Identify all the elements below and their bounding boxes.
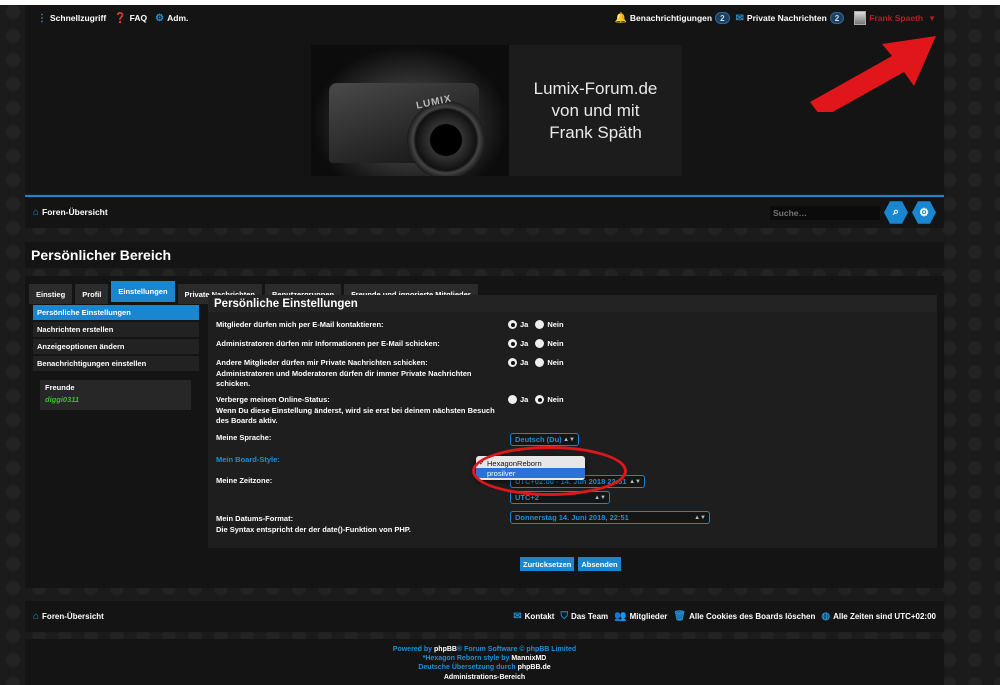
online-status-label: Verberge meinen Online-Status: Wenn Du d…	[216, 395, 495, 425]
footer-nav: ⌂ Foren-Übersicht ✉ Kontakt ⛉ Das Team 👥 Mit…	[25, 601, 944, 632]
sidebar-item-personal-settings[interactable]: Persönliche Einstellungen	[33, 305, 199, 320]
phpbb-link[interactable]: phpBB	[434, 646, 457, 653]
select-arrows-icon: ▲▼	[629, 478, 641, 485]
camera-lens-shape	[407, 101, 485, 176]
pm-options: Ja Nein	[508, 358, 564, 367]
select-arrows-icon: ▲▼	[594, 494, 606, 501]
tab-profil[interactable]: Profil	[75, 284, 109, 304]
online-status-options: Ja Nein	[508, 395, 564, 404]
admin-email-no-radio[interactable]	[535, 339, 545, 348]
ucp-panel: Einstieg Profil Einstellungen Private Na…	[25, 276, 944, 588]
advanced-search-button[interactable]: ⚙	[912, 201, 936, 224]
home-icon: ⌂	[33, 611, 40, 622]
menu-dots-icon: ⋮	[37, 12, 47, 24]
admin-email-options: Ja Nein	[508, 339, 564, 348]
date-format-select[interactable]: Donnerstag 14. Juni 2018, 22:51 ▲▼	[510, 511, 710, 524]
email-contact-no-radio[interactable]	[535, 320, 545, 329]
friends-heading: Freunde	[45, 383, 75, 392]
tab-einstellungen[interactable]: Einstellungen	[111, 281, 175, 302]
email-contact-options: Ja Nein	[508, 320, 564, 329]
tab-einstieg[interactable]: Einstieg	[29, 284, 73, 304]
search-button[interactable]: ⌕	[884, 201, 908, 224]
quicklinks-link[interactable]: ⋮ Schnellzugriff	[37, 13, 106, 24]
settings-title: Persönliche Einstellungen	[208, 295, 937, 312]
gears-icon: ⚙	[155, 12, 165, 24]
date-format-label: Mein Datums-Format: Die Syntax entsprich…	[216, 514, 411, 534]
select-arrows-icon: ▲▼	[563, 436, 575, 443]
online-status-yes-radio[interactable]	[508, 395, 517, 404]
members-link[interactable]: 👥 Mitglieder	[614, 611, 667, 622]
search-area: ⌕ ⚙	[770, 201, 936, 225]
camera-image: LUMIX	[311, 45, 509, 176]
sidebar-item-posting[interactable]: Nachrichten erstellen	[33, 322, 199, 337]
question-icon: ❓	[114, 12, 127, 24]
settings-form: Mitglieder dürfen mich per E-Mail kontak…	[208, 312, 937, 548]
red-annotation-arrow	[810, 36, 936, 112]
translation-link[interactable]: phpBB.de	[518, 664, 551, 671]
search-input[interactable]	[770, 205, 880, 220]
notifications-link[interactable]: 🔔 Benachrichtigungen 2	[614, 12, 730, 24]
ucp-sidebar: Persönliche Einstellungen Nachrichten er…	[33, 305, 199, 410]
gear-icon: ⚙	[919, 207, 929, 219]
contact-link[interactable]: ✉ Kontakt	[513, 611, 554, 622]
friends-box: Freunde diggi0311	[40, 380, 191, 410]
language-select[interactable]: Deutsch (Du) ▲▼	[510, 433, 579, 446]
page-title: Persönlicher Bereich	[25, 242, 944, 268]
shield-icon: ⛉	[560, 611, 568, 622]
home-icon: ⌂	[33, 207, 40, 218]
forum-index-link[interactable]: ⌂ Foren-Übersicht	[33, 207, 108, 218]
sidebar-item-notifications[interactable]: Benachrichtigungen einstellen	[33, 356, 199, 371]
form-buttons: Zurücksetzen Absenden	[520, 557, 621, 571]
trash-icon: 🗑	[673, 611, 687, 622]
admin-panel-link[interactable]: Administrations-Bereich	[25, 673, 944, 682]
sidebar-item-display[interactable]: Anzeigeoptionen ändern	[33, 339, 199, 354]
envelope-icon: ✉	[513, 611, 522, 622]
notifications-badge: 2	[715, 12, 730, 24]
faq-link[interactable]: ❓ FAQ	[114, 13, 147, 24]
search-icon: ⌕	[892, 206, 900, 218]
timezone-label: Meine Zeitzone:	[216, 476, 273, 485]
globe-icon: ◍	[821, 611, 831, 622]
pm-yes-radio[interactable]	[508, 358, 517, 367]
delete-cookies-link[interactable]: 🗑 Alle Cookies des Boards löschen	[673, 611, 815, 622]
style-author-link[interactable]: MannixMD	[511, 655, 546, 662]
timezone-info: ◍ Alle Zeiten sind UTC+02:00	[821, 611, 936, 622]
language-label: Meine Sprache:	[216, 433, 272, 442]
submit-button[interactable]: Absenden	[578, 557, 621, 571]
bell-icon: 🔔	[614, 13, 627, 24]
admin-link[interactable]: ⚙ Adm.	[155, 13, 188, 24]
settings-content: Persönliche Einstellungen Mitglieder dür…	[208, 295, 937, 548]
board-style-label: Mein Board-Style:	[216, 455, 280, 464]
admin-email-yes-radio[interactable]	[508, 339, 517, 348]
reset-button[interactable]: Zurücksetzen	[520, 557, 575, 571]
navbar: ⌂Foren-Übersicht ⌕ ⚙	[25, 195, 944, 228]
pm-setting-label: Andere Mitglieder dürfen mir Private Nac…	[216, 358, 472, 388]
footer-forum-index-link[interactable]: ⌂ Foren-Übersicht	[33, 611, 104, 622]
style-option-prosilver[interactable]: prosilver	[476, 468, 585, 478]
copyright-area: Powered by phpBB® Forum Software © phpBB…	[25, 639, 944, 685]
select-arrows-icon: ▲▼	[694, 514, 706, 521]
online-status-no-radio[interactable]	[535, 395, 545, 404]
email-contact-label: Mitglieder dürfen mich per E-Mail kontak…	[216, 320, 384, 329]
team-link[interactable]: ⛉ Das Team	[560, 611, 608, 622]
email-contact-yes-radio[interactable]	[508, 320, 517, 329]
pm-no-radio[interactable]	[535, 358, 545, 367]
board-style-dropdown[interactable]: HexagonReborn prosilver	[476, 456, 585, 480]
timezone-region-select[interactable]: UTC+2 ▲▼	[510, 491, 610, 504]
friend-link[interactable]: diggi0311	[45, 395, 186, 404]
banner-text: Lumix-Forum.de von und mit Frank Späth	[533, 78, 658, 142]
style-option-hexagonreborn[interactable]: HexagonReborn	[476, 458, 585, 468]
site-banner[interactable]: LUMIX Lumix-Forum.de von und mit Frank S…	[311, 45, 682, 176]
users-icon: 👥	[614, 611, 627, 622]
inbox-icon: ✉	[735, 13, 744, 24]
admin-email-label: Administratoren dürfen mir Informationen…	[216, 339, 440, 348]
